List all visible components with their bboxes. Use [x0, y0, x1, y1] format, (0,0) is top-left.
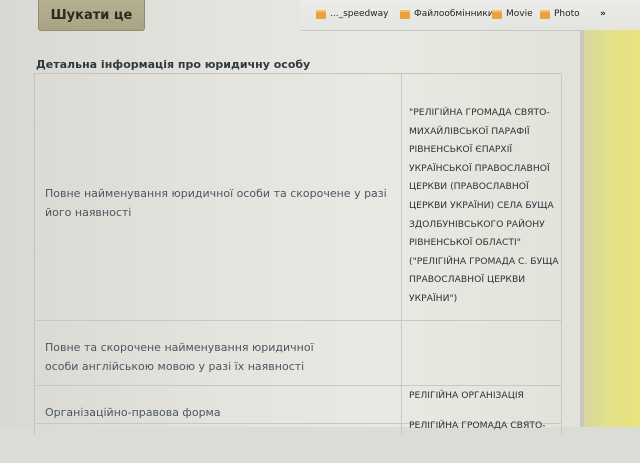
row-value: РЕЛІГІЙНА ОРГАНІЗАЦІЯ: [409, 390, 524, 401]
side-panel: [584, 30, 640, 427]
folder-icon: [400, 9, 410, 19]
bookmarks-bar: ..._speedway Файлообмінники Movie Photo …: [300, 0, 640, 31]
bookmark-movie[interactable]: Movie: [492, 9, 533, 19]
details-table: Повне найменування юридичної особи та ск…: [34, 73, 562, 434]
search-button[interactable]: Шукати це: [38, 0, 145, 31]
row-label: Організаційно-правова форма: [45, 406, 221, 419]
table-row: Повне та скорочене найменування юридично…: [35, 320, 561, 386]
more-bookmarks-button[interactable]: »: [600, 9, 606, 19]
folder-icon: [316, 9, 326, 19]
bookmark-file-sharing[interactable]: Файлообмінники: [400, 9, 494, 19]
folder-icon: [540, 9, 550, 19]
table-right-border: [561, 74, 562, 434]
row-label: Повне найменування юридичної особи та ск…: [45, 187, 387, 219]
browser-page: ..._speedway Файлообмінники Movie Photo …: [0, 0, 640, 434]
folder-icon: [492, 9, 502, 19]
table-row: РЕЛІГІЙНА ГРОМАДА СВЯТО-: [35, 420, 561, 463]
row-label: Повне та скорочене найменування юридично…: [45, 341, 314, 373]
bookmark-speedway[interactable]: ..._speedway: [316, 9, 388, 19]
row-value: "РЕЛІГІЙНА ГРОМАДА СВЯТО- МИХАЙЛІВСЬКОЇ …: [409, 107, 559, 304]
table-row: Повне найменування юридичної особи та ск…: [35, 74, 561, 321]
section-title: Детальна інформація про юридичну особу: [36, 58, 311, 71]
row-value: РЕЛІГІЙНА ГРОМАДА СВЯТО-: [409, 420, 546, 431]
bookmark-photo[interactable]: Photo: [540, 9, 580, 19]
